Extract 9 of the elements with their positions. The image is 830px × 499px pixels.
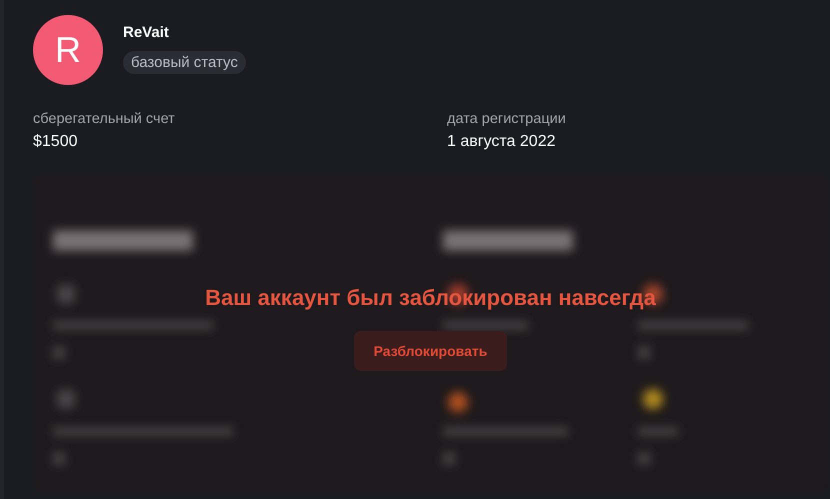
- avatar: R: [33, 15, 103, 85]
- user-name: ReVait: [123, 24, 169, 41]
- stat-value: 1 августа 2022: [447, 133, 556, 151]
- stat-value: $1500: [33, 133, 78, 151]
- status-badge: базовый статус: [123, 51, 246, 74]
- stat-label: сберегательный счет: [33, 111, 175, 127]
- unblock-button[interactable]: Разблокировать: [354, 331, 508, 371]
- account-blocked-message: Ваш аккаунт был заблокирован навсегда: [205, 285, 656, 311]
- stat-label: дата регистрации: [447, 111, 566, 127]
